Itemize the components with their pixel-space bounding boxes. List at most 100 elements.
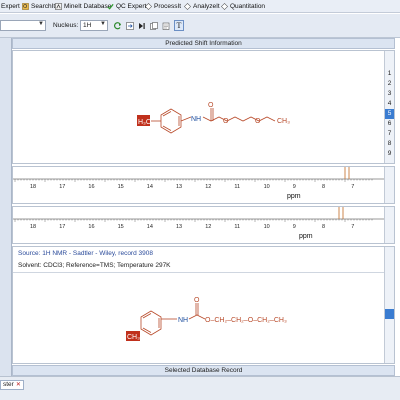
nh-bond xyxy=(180,116,192,122)
carbamate-bonds xyxy=(188,314,206,320)
spectrum-tick-label: 12 xyxy=(205,224,211,230)
play-end-icon xyxy=(139,22,145,29)
record-source: Source: 1H NMR - Sadtler - Wiley, record… xyxy=(18,250,153,257)
paste-button[interactable] xyxy=(161,20,171,31)
row-index-item[interactable]: 9 xyxy=(385,149,394,159)
spectrum-tick-label: 14 xyxy=(147,184,153,190)
copy-button[interactable] xyxy=(149,20,159,31)
predicted-spectrum-pane: 18 17 16 15 14 13 12 11 10 9 8 7 ppm xyxy=(12,166,395,204)
row-index-item[interactable]: 4 xyxy=(385,99,394,109)
benzene-ring xyxy=(140,310,162,336)
nh-atom-label: NH xyxy=(178,317,188,324)
predicted-row-index: 1 2 3 4 5 6 7 8 9 xyxy=(384,51,394,163)
spectrum-tick-label: 18 xyxy=(30,224,36,230)
spectrum-tick-label: 10 xyxy=(264,224,270,230)
ether-o-label: O xyxy=(255,118,261,125)
document-tab[interactable]: ster ✕ xyxy=(0,380,24,390)
play-button[interactable] xyxy=(137,20,147,31)
carbonyl-o-label: O xyxy=(194,297,200,304)
row-index-item[interactable]: 3 xyxy=(385,89,394,99)
benzene-ring xyxy=(160,108,182,134)
text-tool-icon: T xyxy=(176,21,182,30)
menu-analyzeit[interactable]: AnalyzeIt xyxy=(184,2,220,11)
spectrum-tick-label: 7 xyxy=(351,224,354,230)
status-bar: ster ✕ xyxy=(0,376,400,400)
paste-icon xyxy=(162,22,170,30)
chain-bonds xyxy=(202,116,276,122)
spectrum-tick-label: 13 xyxy=(176,184,182,190)
ppm-axis-label: ppm xyxy=(299,233,313,240)
spectrum-tick-label: 18 xyxy=(30,184,36,190)
spectrum-scroll-strip[interactable] xyxy=(384,207,394,243)
menu-expert[interactable]: Expert xyxy=(1,2,20,11)
spectrum-tick-label: 12 xyxy=(205,184,211,190)
copy-icon xyxy=(150,21,158,30)
spectrum-scroll-strip[interactable] xyxy=(384,167,394,203)
spectrum-tick-label: 8 xyxy=(322,224,325,230)
aromatic-bonds xyxy=(142,313,160,333)
ppm-axis-label: ppm xyxy=(287,193,301,200)
nucleus-label: Nucleus: xyxy=(53,22,79,29)
refresh-icon xyxy=(114,21,122,29)
spectrum-tick-label: 9 xyxy=(293,184,296,190)
qc-checkmark-icon xyxy=(107,3,114,10)
nucleus-select[interactable]: 1H ▼ xyxy=(80,20,108,31)
spectrum-toolbar: ▼ Nucleus: 1H ▼ T xyxy=(0,14,400,38)
spectrum-tick-label: 13 xyxy=(176,224,182,230)
carbonyl-o-label: O xyxy=(208,102,214,109)
spectrum-tick-label: 11 xyxy=(234,184,240,190)
export-button[interactable] xyxy=(125,20,135,31)
spectrum-tick-label: 16 xyxy=(88,224,94,230)
menu-bar: Expert SearchIt MineIt Database QC Exper… xyxy=(0,0,400,13)
menu-processit[interactable]: ProcessIt xyxy=(145,2,181,11)
spectrum-tick-label: 8 xyxy=(322,184,325,190)
row-index-item-selected[interactable]: 5 xyxy=(385,109,394,119)
spectrum-tick-label: 7 xyxy=(351,184,354,190)
database-spectrum: 18 17 16 15 14 13 12 11 10 9 8 7 xyxy=(13,207,385,230)
refresh-button[interactable] xyxy=(113,20,123,31)
row-index-item[interactable]: 2 xyxy=(385,79,394,89)
record-solvent: Solvent: CDCl3; Reference=TMS; Temperatu… xyxy=(18,262,171,269)
spectrum-tick-label: 11 xyxy=(234,224,240,230)
row-index-item[interactable]: 8 xyxy=(385,139,394,149)
spectrum-tick-label: 15 xyxy=(118,184,124,190)
chevron-down-icon: ▼ xyxy=(100,21,106,27)
row-index-item[interactable]: 6 xyxy=(385,119,394,129)
ester-o-label: O xyxy=(223,118,229,125)
carbonyl-bond xyxy=(210,108,214,121)
row-index-item[interactable]: 1 xyxy=(385,69,394,79)
close-icon[interactable]: ✕ xyxy=(16,381,21,389)
nh-atom-label: NH xyxy=(191,116,201,123)
carbonyl-bond xyxy=(195,303,199,315)
row-index-item-selected[interactable] xyxy=(385,309,394,319)
predicted-spectrum: 18 17 16 15 14 13 12 11 10 9 8 7 xyxy=(13,167,385,190)
spectrum-tick-label: 9 xyxy=(293,224,296,230)
predicted-structure-drawing: H₃C NH O O O CH₃ xyxy=(137,102,290,134)
database-row-index xyxy=(384,247,394,363)
methyl-atom-label: H₃C xyxy=(138,119,151,126)
spectrum-tick-label: 16 xyxy=(88,184,94,190)
selected-database-record-footer: Selected Database Record xyxy=(12,365,395,376)
export-icon xyxy=(126,21,134,30)
spectrum-select[interactable]: ▼ xyxy=(0,20,46,31)
spectrum-tick-label: 17 xyxy=(59,184,65,190)
analyzeit-icon xyxy=(184,3,191,10)
chain-label: O–CH₂–CH₂–O–CH₂–CH₃ xyxy=(205,317,287,324)
aromatic-bonds xyxy=(162,111,180,131)
menu-mineit-database[interactable]: MineIt Database xyxy=(55,2,111,11)
spectrum-tick-label: 17 xyxy=(59,224,65,230)
quantitation-icon xyxy=(221,3,228,10)
terminal-methyl-label: CH₃ xyxy=(277,118,290,125)
text-tool-button[interactable]: T xyxy=(174,20,184,31)
row-index-item[interactable]: 7 xyxy=(385,129,394,139)
chevron-down-icon: ▼ xyxy=(38,21,44,27)
menu-quantitation[interactable]: Quantitation xyxy=(221,2,265,11)
spectrum-tick-label: 10 xyxy=(264,184,270,190)
menu-qc-expert[interactable]: QC Expert xyxy=(107,2,146,11)
spectrum-tick-label: 14 xyxy=(147,224,153,230)
predicted-shift-header: Predicted Shift Information xyxy=(12,38,395,49)
menu-searchit[interactable]: SearchIt xyxy=(22,2,55,11)
left-dock-strip xyxy=(0,38,12,376)
database-spectrum-pane: 18 17 16 15 14 13 12 11 10 9 8 7 ppm xyxy=(12,206,395,244)
mineit-icon xyxy=(55,3,62,10)
